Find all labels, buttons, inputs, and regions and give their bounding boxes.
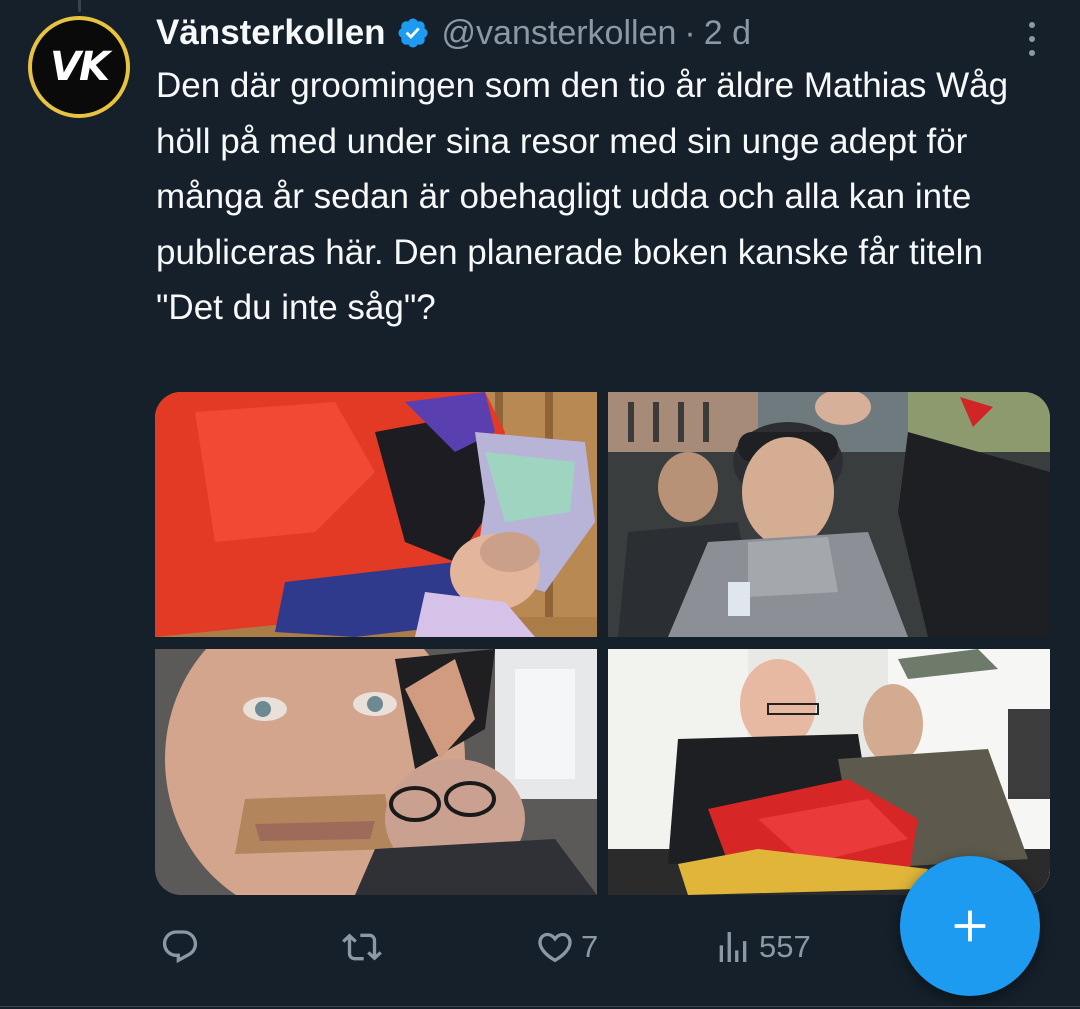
- more-options-icon[interactable]: [1022, 22, 1042, 56]
- reply-button[interactable]: [160, 912, 200, 982]
- media-photo-2[interactable]: [608, 392, 1050, 637]
- heart-icon: [538, 932, 572, 963]
- author-handle[interactable]: @vansterkollen: [442, 14, 677, 53]
- like-button[interactable]: 7: [535, 912, 598, 982]
- compose-fab-button[interactable]: [900, 856, 1040, 996]
- views-icon: [719, 932, 747, 962]
- media-photo-1[interactable]: [155, 392, 597, 637]
- verified-badge-icon: [398, 18, 428, 48]
- views-button[interactable]: 557: [713, 912, 811, 982]
- tweet-divider: [0, 1006, 1080, 1007]
- tweet-screen: VK Vänsterkollen @vansterkollen · 2 d De…: [0, 0, 1080, 1009]
- timestamp[interactable]: 2 d: [704, 14, 751, 53]
- avatar[interactable]: VK: [28, 16, 130, 118]
- tweet-text: Den där groomingen som den tio år äldre …: [156, 66, 1009, 327]
- meta-separator: ·: [684, 13, 696, 52]
- avatar-logo-text: VK: [50, 44, 110, 90]
- reply-icon: [162, 930, 198, 964]
- media-grid: [155, 392, 1050, 895]
- thread-connector: [78, 0, 81, 12]
- views-count: 557: [759, 929, 811, 964]
- media-photo-3[interactable]: [155, 649, 597, 895]
- retweet-icon: [342, 933, 382, 961]
- like-count: 7: [581, 929, 599, 964]
- retweet-button[interactable]: [342, 912, 382, 982]
- plus-icon: [954, 910, 986, 942]
- author-name[interactable]: Vänsterkollen: [156, 13, 386, 53]
- tweet-header: Vänsterkollen @vansterkollen · 2 d: [156, 10, 751, 56]
